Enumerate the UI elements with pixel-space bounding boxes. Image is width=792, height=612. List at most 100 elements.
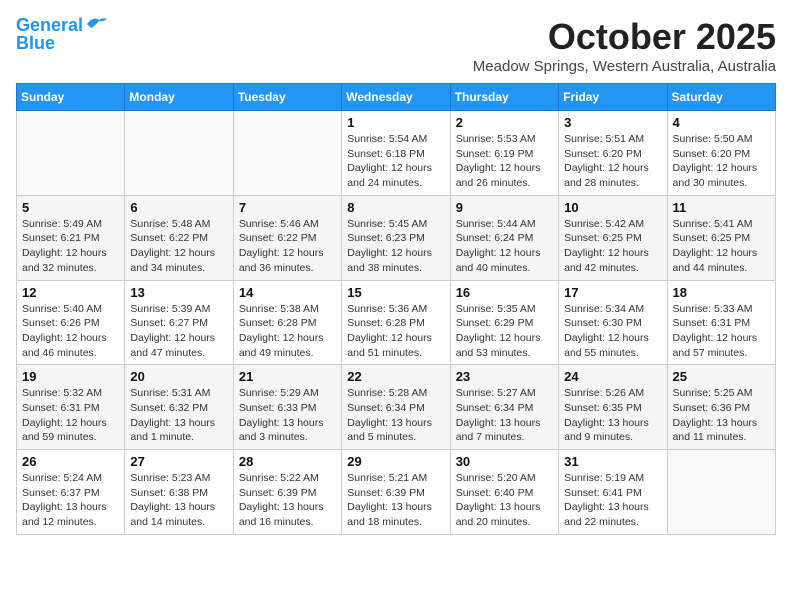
day-cell: 28 Sunrise: 5:22 AM Sunset: 6:39 PM Dayli…	[233, 450, 341, 535]
location: Meadow Springs, Western Australia, Austr…	[473, 58, 776, 75]
day-number: 15	[347, 285, 444, 300]
day-number: 30	[456, 454, 553, 469]
day-number: 7	[239, 200, 336, 215]
day-cell	[233, 111, 341, 196]
day-number: 17	[564, 285, 661, 300]
day-cell: 19 Sunrise: 5:32 AM Sunset: 6:31 PM Dayli…	[17, 365, 125, 450]
day-number: 23	[456, 369, 553, 384]
day-cell: 24 Sunrise: 5:26 AM Sunset: 6:35 PM Dayli…	[559, 365, 667, 450]
day-cell: 1 Sunrise: 5:54 AM Sunset: 6:18 PM Daylig…	[342, 111, 450, 196]
day-cell: 7 Sunrise: 5:46 AM Sunset: 6:22 PM Daylig…	[233, 195, 341, 280]
day-number: 2	[456, 115, 553, 130]
day-info: Sunrise: 5:19 AM Sunset: 6:41 PM Dayligh…	[564, 471, 661, 530]
day-cell	[17, 111, 125, 196]
day-number: 22	[347, 369, 444, 384]
day-cell: 25 Sunrise: 5:25 AM Sunset: 6:36 PM Dayli…	[667, 365, 775, 450]
day-number: 24	[564, 369, 661, 384]
day-number: 11	[673, 200, 770, 215]
day-cell: 5Sunrise: 5:49 AM Sunset: 6:21 PM Daylig…	[17, 195, 125, 280]
day-info: Sunrise: 5:48 AM Sunset: 6:22 PM Dayligh…	[130, 217, 227, 276]
day-number: 1	[347, 115, 444, 130]
day-cell: 17 Sunrise: 5:34 AM Sunset: 6:30 PM Dayli…	[559, 280, 667, 365]
title-section: October 2025 Meadow Springs, Western Aus…	[473, 16, 776, 75]
day-cell: 20 Sunrise: 5:31 AM Sunset: 6:32 PM Dayli…	[125, 365, 233, 450]
day-number: 9	[456, 200, 553, 215]
day-info: Sunrise: 5:35 AM Sunset: 6:29 PM Dayligh…	[456, 302, 553, 361]
day-cell: 15Sunrise: 5:36 AM Sunset: 6:28 PM Dayli…	[342, 280, 450, 365]
week-row-1: 1 Sunrise: 5:54 AM Sunset: 6:18 PM Daylig…	[17, 111, 776, 196]
day-cell: 26Sunrise: 5:24 AM Sunset: 6:37 PM Dayli…	[17, 450, 125, 535]
header-wednesday: Wednesday	[342, 84, 450, 111]
day-info: Sunrise: 5:38 AM Sunset: 6:28 PM Dayligh…	[239, 302, 336, 361]
week-row-3: 12 Sunrise: 5:40 AM Sunset: 6:26 PM Dayli…	[17, 280, 776, 365]
calendar-header: SundayMondayTuesdayWednesdayThursdayFrid…	[17, 84, 776, 111]
day-info: Sunrise: 5:21 AM Sunset: 6:39 PM Dayligh…	[347, 471, 444, 530]
day-number: 19	[22, 369, 119, 384]
day-cell: 4Sunrise: 5:50 AM Sunset: 6:20 PM Daylig…	[667, 111, 775, 196]
month-title: October 2025	[473, 16, 776, 58]
day-info: Sunrise: 5:44 AM Sunset: 6:24 PM Dayligh…	[456, 217, 553, 276]
day-cell: 29 Sunrise: 5:21 AM Sunset: 6:39 PM Dayli…	[342, 450, 450, 535]
day-number: 27	[130, 454, 227, 469]
day-info: Sunrise: 5:46 AM Sunset: 6:22 PM Dayligh…	[239, 217, 336, 276]
day-info: Sunrise: 5:24 AM Sunset: 6:37 PM Dayligh…	[22, 471, 119, 530]
day-cell: 2 Sunrise: 5:53 AM Sunset: 6:19 PM Daylig…	[450, 111, 558, 196]
day-cell	[667, 450, 775, 535]
day-info: Sunrise: 5:45 AM Sunset: 6:23 PM Dayligh…	[347, 217, 444, 276]
day-cell: 6 Sunrise: 5:48 AM Sunset: 6:22 PM Daylig…	[125, 195, 233, 280]
day-info: Sunrise: 5:26 AM Sunset: 6:35 PM Dayligh…	[564, 386, 661, 445]
day-cell: 8 Sunrise: 5:45 AM Sunset: 6:23 PM Daylig…	[342, 195, 450, 280]
logo-bird-icon	[85, 16, 107, 32]
day-cell: 31 Sunrise: 5:19 AM Sunset: 6:41 PM Dayli…	[559, 450, 667, 535]
calendar-table: SundayMondayTuesdayWednesdayThursdayFrid…	[16, 83, 776, 535]
day-number: 10	[564, 200, 661, 215]
day-cell: 14 Sunrise: 5:38 AM Sunset: 6:28 PM Dayli…	[233, 280, 341, 365]
day-number: 18	[673, 285, 770, 300]
header-friday: Friday	[559, 84, 667, 111]
header-row: SundayMondayTuesdayWednesdayThursdayFrid…	[17, 84, 776, 111]
day-info: Sunrise: 5:22 AM Sunset: 6:39 PM Dayligh…	[239, 471, 336, 530]
day-cell: 22 Sunrise: 5:28 AM Sunset: 6:34 PM Dayli…	[342, 365, 450, 450]
day-info: Sunrise: 5:29 AM Sunset: 6:33 PM Dayligh…	[239, 386, 336, 445]
day-number: 28	[239, 454, 336, 469]
calendar-body: 1 Sunrise: 5:54 AM Sunset: 6:18 PM Daylig…	[17, 111, 776, 535]
day-info: Sunrise: 5:34 AM Sunset: 6:30 PM Dayligh…	[564, 302, 661, 361]
day-number: 8	[347, 200, 444, 215]
day-number: 20	[130, 369, 227, 384]
day-info: Sunrise: 5:41 AM Sunset: 6:25 PM Dayligh…	[673, 217, 770, 276]
day-number: 29	[347, 454, 444, 469]
day-cell: 11 Sunrise: 5:41 AM Sunset: 6:25 PM Dayli…	[667, 195, 775, 280]
week-row-4: 19 Sunrise: 5:32 AM Sunset: 6:31 PM Dayli…	[17, 365, 776, 450]
day-number: 14	[239, 285, 336, 300]
day-info: Sunrise: 5:31 AM Sunset: 6:32 PM Dayligh…	[130, 386, 227, 445]
day-number: 6	[130, 200, 227, 215]
logo: General Blue	[16, 16, 107, 54]
day-info: Sunrise: 5:23 AM Sunset: 6:38 PM Dayligh…	[130, 471, 227, 530]
day-cell: 21 Sunrise: 5:29 AM Sunset: 6:33 PM Dayli…	[233, 365, 341, 450]
day-cell: 30 Sunrise: 5:20 AM Sunset: 6:40 PM Dayli…	[450, 450, 558, 535]
day-cell: 27 Sunrise: 5:23 AM Sunset: 6:38 PM Dayli…	[125, 450, 233, 535]
day-info: Sunrise: 5:28 AM Sunset: 6:34 PM Dayligh…	[347, 386, 444, 445]
day-cell: 23Sunrise: 5:27 AM Sunset: 6:34 PM Dayli…	[450, 365, 558, 450]
day-number: 3	[564, 115, 661, 130]
day-cell	[125, 111, 233, 196]
day-cell: 16Sunrise: 5:35 AM Sunset: 6:29 PM Dayli…	[450, 280, 558, 365]
day-info: Sunrise: 5:20 AM Sunset: 6:40 PM Dayligh…	[456, 471, 553, 530]
day-info: Sunrise: 5:32 AM Sunset: 6:31 PM Dayligh…	[22, 386, 119, 445]
day-info: Sunrise: 5:54 AM Sunset: 6:18 PM Dayligh…	[347, 132, 444, 191]
day-info: Sunrise: 5:53 AM Sunset: 6:19 PM Dayligh…	[456, 132, 553, 191]
day-cell: 12 Sunrise: 5:40 AM Sunset: 6:26 PM Dayli…	[17, 280, 125, 365]
day-number: 12	[22, 285, 119, 300]
day-number: 21	[239, 369, 336, 384]
page-header: General Blue October 2025 Meadow Springs…	[16, 16, 776, 75]
day-cell: 13Sunrise: 5:39 AM Sunset: 6:27 PM Dayli…	[125, 280, 233, 365]
header-monday: Monday	[125, 84, 233, 111]
week-row-5: 26Sunrise: 5:24 AM Sunset: 6:37 PM Dayli…	[17, 450, 776, 535]
day-cell: 9 Sunrise: 5:44 AM Sunset: 6:24 PM Daylig…	[450, 195, 558, 280]
day-info: Sunrise: 5:25 AM Sunset: 6:36 PM Dayligh…	[673, 386, 770, 445]
day-number: 31	[564, 454, 661, 469]
day-info: Sunrise: 5:40 AM Sunset: 6:26 PM Dayligh…	[22, 302, 119, 361]
day-number: 25	[673, 369, 770, 384]
day-cell: 3Sunrise: 5:51 AM Sunset: 6:20 PM Daylig…	[559, 111, 667, 196]
day-number: 13	[130, 285, 227, 300]
